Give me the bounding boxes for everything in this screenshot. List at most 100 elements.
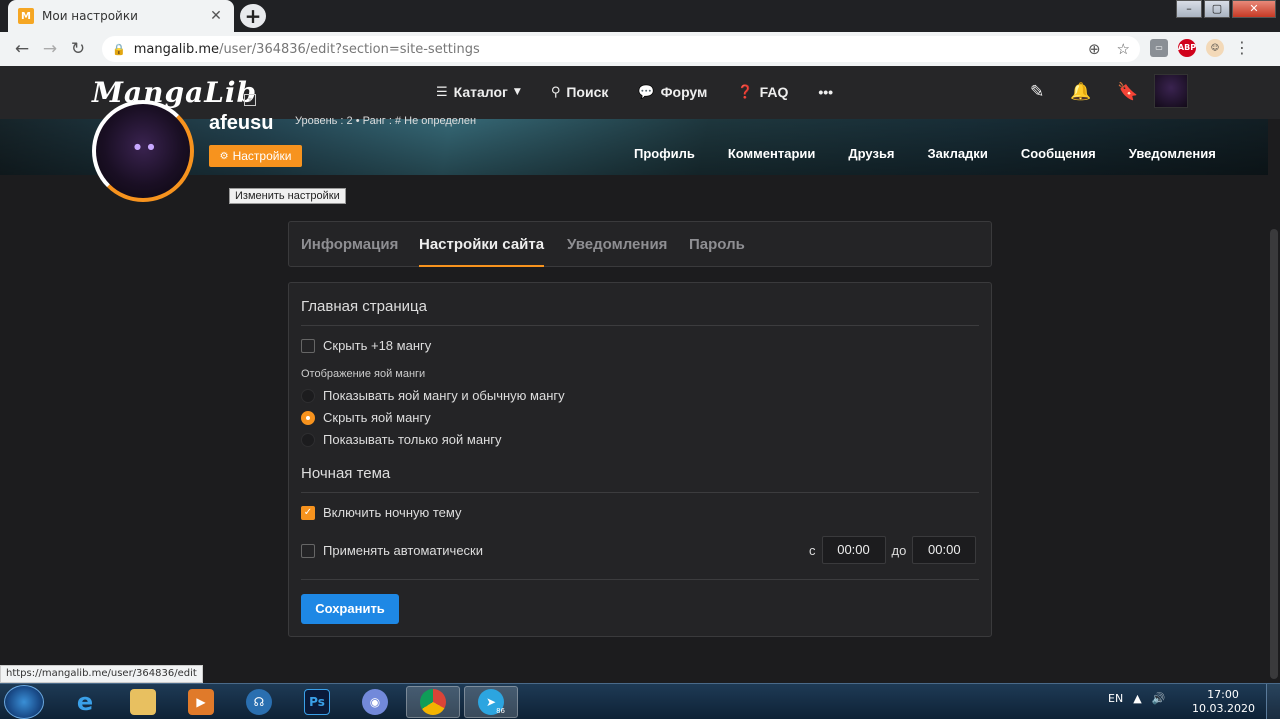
profile-tabs: Профиль Комментарии Друзья Закладки Сооб…	[634, 146, 1216, 161]
yaoi-option-both[interactable]: Показывать яой мангу и обычную мангу	[301, 388, 565, 403]
tab-messages[interactable]: Сообщения	[1021, 146, 1096, 161]
radio-show-both[interactable]	[301, 388, 315, 403]
menu-icon[interactable]: ⋮	[1234, 38, 1250, 57]
hide-18-checkbox[interactable]	[301, 338, 315, 353]
forward-icon[interactable]: →	[36, 39, 64, 59]
site-logo[interactable]: MangaLib	[92, 76, 257, 109]
adblock-icon[interactable]: ABP	[1178, 38, 1196, 57]
back-icon[interactable]: ←	[8, 39, 36, 59]
add-icon[interactable]: ⊕	[1088, 40, 1101, 58]
to-time-input[interactable]: 00:00	[912, 536, 977, 564]
tab-friends[interactable]: Друзья	[848, 146, 894, 161]
start-button[interactable]	[4, 685, 44, 719]
minimize-button[interactable]: –	[1176, 0, 1202, 18]
show-desktop-button[interactable]	[1266, 684, 1280, 719]
url-host: mangalib.me	[133, 41, 220, 57]
nav-faq-label: FAQ	[759, 84, 789, 100]
avatar-eyes: ● ●	[134, 142, 157, 151]
taskbar-media[interactable]: ▶	[174, 686, 228, 718]
clock-date: 10.03.2020	[1192, 702, 1255, 715]
language-indicator[interactable]: EN	[1108, 692, 1123, 705]
bookmark-icon[interactable]: 🔖	[1117, 82, 1138, 102]
from-label: с	[809, 542, 816, 558]
yaoi-display-label: Отображение яой манги	[301, 368, 426, 380]
page-scrollbar[interactable]	[1268, 119, 1280, 683]
pencil-icon[interactable]: ✎	[1030, 82, 1044, 102]
cast-icon[interactable]: ▭	[1150, 38, 1168, 57]
enable-night-row[interactable]: ✓ Включить ночную тему	[301, 505, 462, 520]
tab-bookmarks[interactable]: Закладки	[928, 146, 988, 161]
tab-information[interactable]: Информация	[301, 222, 398, 267]
profile-avatar[interactable]: ● ●	[92, 100, 194, 202]
close-icon[interactable]: ✕	[208, 8, 224, 24]
browser-toolbar: ← → ↻ 🔒 mangalib.me /user/364836/edit?se…	[0, 32, 1280, 66]
tray-expand-icon[interactable]: ▲	[1133, 692, 1141, 705]
radio-hide-yaoi[interactable]	[301, 410, 315, 425]
settings-tooltip: Изменить настройки	[229, 188, 346, 204]
nav-search-label: Поиск	[566, 84, 609, 100]
bell-icon[interactable]: 🔔	[1070, 82, 1091, 102]
scroll-thumb[interactable]	[1270, 229, 1278, 679]
level-rank: Уровень : 2 • Ранг : # Не определен	[295, 115, 477, 127]
star-icon[interactable]: ☆	[1117, 40, 1130, 58]
tab-comments[interactable]: Комментарии	[728, 146, 816, 161]
nav-catalog[interactable]: ☰ Каталог ▼	[436, 84, 521, 100]
taskbar-ie[interactable]: e	[58, 686, 112, 718]
taskbar-telegram[interactable]: ➤ 86	[464, 686, 518, 718]
clock[interactable]: 17:00 10.03.2020	[1192, 688, 1255, 716]
reload-icon[interactable]: ↻	[64, 39, 92, 59]
close-window-button[interactable]: ✕	[1232, 0, 1276, 18]
radio-only-yaoi[interactable]	[301, 432, 315, 447]
hide-18-label: Скрыть +18 мангу	[323, 338, 432, 353]
header-avatar[interactable]	[1154, 74, 1188, 108]
taskbar-explorer[interactable]	[116, 686, 170, 718]
nav-search[interactable]: ⚲ Поиск	[551, 84, 609, 100]
taskbar-discord[interactable]: ◉	[348, 686, 402, 718]
taskbar-photoshop[interactable]: Ps	[290, 686, 344, 718]
system-tray: EN ▲ 🔊	[1108, 692, 1165, 705]
window-controls: – ▢ ✕	[1176, 0, 1276, 18]
enable-night-checkbox[interactable]: ✓	[301, 505, 315, 520]
section-title-main-page: Главная страница	[301, 298, 427, 315]
nav-forum-label: Форум	[660, 84, 708, 100]
nav-catalog-label: Каталог	[453, 84, 508, 100]
yaoi-option-label: Скрыть яой мангу	[323, 410, 431, 425]
browser-tab[interactable]: M Мои настройки ✕	[8, 0, 234, 32]
tab-password[interactable]: Пароль	[689, 222, 745, 267]
new-tab-button[interactable]: +	[240, 4, 266, 28]
profile-settings-button[interactable]: ⚙ Настройки	[209, 145, 302, 167]
auto-apply-label: Применять автоматически	[323, 543, 483, 558]
nav-more[interactable]: •••	[818, 84, 833, 100]
site-header: MangaLib ▾ ☰ Каталог ▼ ⚲ Поиск 💬 Форум ❓…	[0, 66, 1280, 119]
from-time-input[interactable]: 00:00	[821, 536, 886, 564]
profile-avatar-icon[interactable]: ☺	[1206, 38, 1224, 57]
list-icon: ☰	[436, 84, 448, 100]
yaoi-option-hide[interactable]: Скрыть яой мангу	[301, 410, 431, 425]
tab-profile[interactable]: Профиль	[634, 146, 695, 161]
address-bar[interactable]: 🔒 mangalib.me /user/364836/edit?section=…	[102, 36, 1140, 62]
chevron-down-icon: ▼	[513, 87, 521, 97]
logo-dropdown-icon[interactable]: ▾	[244, 94, 256, 106]
taskbar-headset-app[interactable]: ☊	[232, 686, 286, 718]
save-button[interactable]: Сохранить	[301, 594, 399, 624]
tab-notifications-settings[interactable]: Уведомления	[567, 222, 667, 267]
clock-time: 17:00	[1207, 688, 1239, 701]
maximize-button[interactable]: ▢	[1204, 0, 1230, 18]
gear-icon: ⚙	[219, 150, 229, 162]
auto-apply-checkbox[interactable]	[301, 543, 315, 558]
chat-icon: 💬	[638, 84, 655, 100]
tab-site-settings[interactable]: Настройки сайта	[419, 222, 545, 267]
settings-button-label: Настройки	[232, 149, 292, 163]
yaoi-option-only[interactable]: Показывать только яой мангу	[301, 432, 502, 447]
tab-notifications[interactable]: Уведомления	[1129, 146, 1216, 161]
headset-icon: ☊	[246, 689, 272, 715]
url-path: /user/364836/edit?section=site-settings	[219, 41, 480, 57]
nav-faq[interactable]: ❓ FAQ	[737, 84, 788, 100]
search-icon: ⚲	[550, 84, 561, 100]
hide-18-row[interactable]: Скрыть +18 мангу	[301, 338, 431, 353]
volume-icon[interactable]: 🔊	[1152, 692, 1166, 705]
nav-forum[interactable]: 💬 Форум	[638, 84, 707, 100]
yaoi-option-label: Показывать только яой мангу	[323, 432, 502, 447]
taskbar-chrome[interactable]	[406, 686, 460, 718]
auto-apply-row[interactable]: Применять автоматически	[301, 543, 483, 558]
